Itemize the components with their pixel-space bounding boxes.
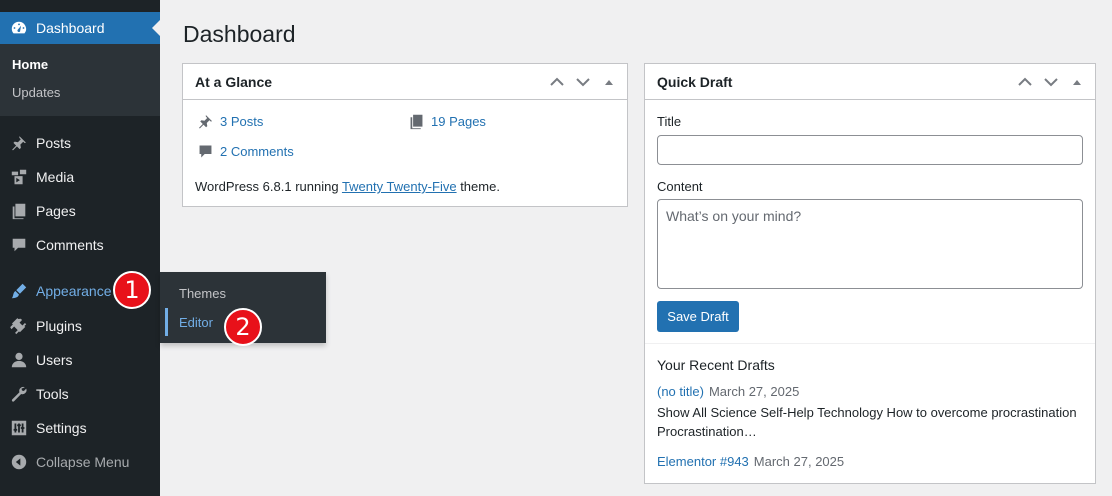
glance-pages-link[interactable]: 19 Pages [406,112,486,130]
sidebar-item-tools[interactable]: Tools [0,377,160,411]
submenu-home[interactable]: Home [0,51,160,79]
move-down-icon[interactable] [1041,72,1061,92]
version-prefix: WordPress 6.8.1 running [195,179,342,194]
widget-handles [1015,72,1087,92]
move-up-icon[interactable] [1015,72,1035,92]
sidebar-item-label: Pages [36,203,76,219]
toggle-panel-icon[interactable] [599,72,619,92]
pages-icon [10,202,28,220]
sidebar-item-label: Plugins [36,318,82,334]
widget-title: Quick Draft [657,73,733,90]
sidebar-item-pages[interactable]: Pages [0,194,160,228]
content-label: Content [657,179,703,194]
draft-title-link[interactable]: (no title) [657,384,704,399]
admin-sidebar: Dashboard Home Updates Posts Media Pages… [0,0,160,496]
widget-header: Quick Draft [645,64,1095,100]
sidebar-item-settings[interactable]: Settings [0,411,160,445]
sidebar-item-media[interactable]: Media [0,160,160,194]
version-suffix: theme. [456,179,500,194]
draft-title-input[interactable] [657,135,1083,165]
plugin-icon [10,317,28,335]
flyout-item-editor[interactable]: Editor [179,315,213,330]
draft-excerpt: Show All Science Self-Help Technology Ho… [657,405,1077,439]
sidebar-item-comments[interactable]: Comments [0,228,160,262]
glance-comments-link[interactable]: 2 Comments [195,142,294,160]
recent-draft-item: Elementor #943 March 27, 2025 [657,454,844,469]
flyout-item-themes[interactable]: Themes [179,286,226,301]
pin-icon [10,134,28,152]
sidebar-item-label: Collapse Menu [36,454,130,470]
widget-header: At a Glance [183,64,627,100]
comment-icon [10,236,28,254]
sidebar-item-label: Settings [36,420,87,436]
pages-count[interactable]: 19 Pages [431,114,486,129]
move-down-icon[interactable] [573,72,593,92]
sidebar-item-label: Comments [36,237,104,253]
divider [645,343,1095,344]
step-badge-1: 1 [113,271,151,309]
sidebar-item-label: Users [36,352,73,368]
posts-count[interactable]: 3 Posts [220,114,263,129]
title-label: Title [657,114,682,129]
toggle-panel-icon[interactable] [1067,72,1087,92]
collapse-menu-button[interactable]: Collapse Menu [0,445,160,479]
sidebar-item-label: Tools [36,386,69,402]
sidebar-item-label: Appearance [36,283,112,299]
sidebar-item-posts[interactable]: Posts [0,126,160,160]
sidebar-item-plugins[interactable]: Plugins [0,309,160,343]
quick-draft-widget: Quick Draft Title Content What’s on your… [644,63,1096,484]
comments-count[interactable]: 2 Comments [220,144,294,159]
collapse-icon [10,453,28,471]
sidebar-item-users[interactable]: Users [0,343,160,377]
pin-icon [195,112,215,130]
glance-posts-link[interactable]: 3 Posts [195,112,263,130]
widget-handles [547,72,619,92]
dashboard-submenu: Home Updates [0,44,160,116]
flyout-active-indicator [165,308,168,336]
page-title: Dashboard [183,21,296,47]
media-icon [10,168,28,186]
user-icon [10,351,28,369]
wordpress-version-text: WordPress 6.8.1 running Twenty Twenty-Fi… [195,179,500,194]
step-badge-2: 2 [224,308,262,346]
save-draft-button[interactable]: Save Draft [657,301,739,332]
widget-title: At a Glance [195,73,273,90]
sidebar-item-label: Dashboard [36,20,105,36]
draft-date: March 27, 2025 [753,454,845,469]
pages-icon [406,112,426,130]
dashboard-icon [10,19,28,37]
draft-content-textarea[interactable]: What’s on your mind? [657,199,1083,289]
submenu-updates[interactable]: Updates [0,79,160,107]
settings-icon [10,419,28,437]
move-up-icon[interactable] [547,72,567,92]
sidebar-item-label: Media [36,169,75,185]
recent-draft-item: (no title) March 27, 2025 [657,384,799,399]
at-a-glance-widget: At a Glance 3 Posts 19 Pages 2 Comments … [182,63,628,207]
wrench-icon [10,385,28,403]
theme-link[interactable]: Twenty Twenty-Five [342,179,457,194]
brush-icon [10,282,28,300]
draft-date: March 27, 2025 [708,384,800,399]
sidebar-item-dashboard[interactable]: Dashboard [0,12,160,44]
recent-drafts-title: Your Recent Drafts [657,357,775,373]
draft-title-link[interactable]: Elementor #943 [657,454,749,469]
comment-icon [195,142,215,160]
sidebar-item-label: Posts [36,135,72,151]
